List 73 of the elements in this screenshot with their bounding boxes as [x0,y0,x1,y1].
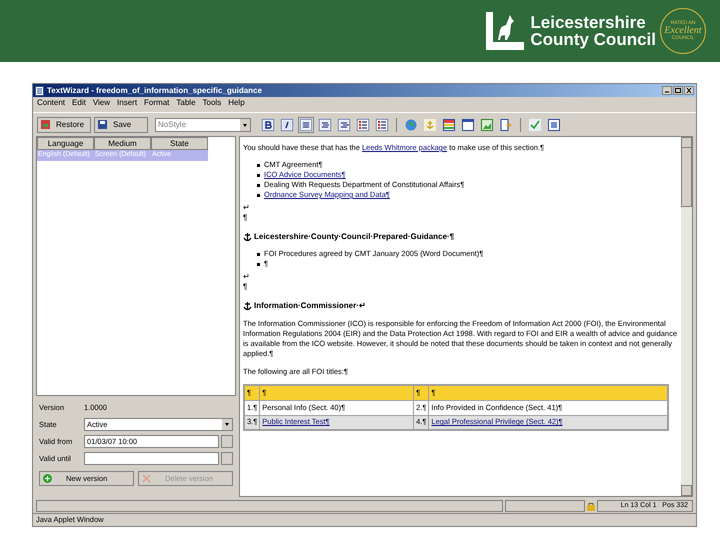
table-icon [443,118,455,130]
anchor-icon [243,301,252,311]
window-title: TextWizard - freedom_of_information_specific_guidance [47,84,262,96]
document-editor[interactable] [239,136,693,497]
menu-item[interactable]: View [92,97,110,109]
menu-item[interactable]: Insert [117,97,138,109]
anchor-icon [424,118,436,130]
style-dropdown[interactable]: NoStyle [155,118,251,132]
column-header[interactable]: Medium [94,137,151,150]
window-icon [462,118,474,130]
date-picker-button[interactable] [221,452,233,465]
formatting-mark: ↵ [243,204,250,212]
formatting-mark: ↵ [243,273,250,281]
bullet-icon [257,252,260,256]
menu-item[interactable]: Help [228,97,245,109]
align-icon [319,118,331,130]
bullet-icon [257,184,260,186]
toolbar-button[interactable] [460,116,476,132]
list-icon [376,118,388,130]
anchor-icon [243,232,252,242]
scrollbar[interactable] [681,137,692,496]
bullet-icon [257,262,260,266]
section-heading: Information·Commissioner·↵ [254,301,366,311]
toolbar-button[interactable] [355,116,371,132]
menu-item[interactable]: Format [144,97,170,109]
properties-icon [548,118,560,130]
save-button[interactable]: Save [94,116,148,132]
maximize-button[interactable] [673,86,683,95]
valid-until-field[interactable] [84,452,219,465]
menu-item[interactable]: Edit [72,97,86,109]
bullet-icon [257,174,260,176]
bold-icon [262,118,274,130]
toolbar-button[interactable] [546,116,562,132]
column-header[interactable]: State [151,137,208,150]
toolbar-button[interactable] [298,116,314,132]
delete-icon [142,474,151,483]
fox-logo-icon [484,10,526,52]
section-heading: Leicestershire·County·Council·Prepared·Guidance·¶ [254,232,454,242]
globe-icon [405,118,417,130]
formatting-mark: ¶ [243,214,248,222]
checkmark-icon [529,118,541,130]
toolbar-button[interactable] [374,116,390,132]
toolbar-button[interactable] [317,116,333,132]
toolbar-button[interactable] [441,116,457,132]
align-icon [338,118,350,130]
minimize-button[interactable] [662,86,672,95]
lock-icon [587,502,595,510]
toolbar-button[interactable] [279,116,295,132]
toolbar-button[interactable] [336,116,352,132]
menu-item[interactable]: Table [176,97,196,109]
bullet-icon [257,164,260,166]
align-icon [300,118,312,130]
maximize-icon [675,88,681,93]
menu-item[interactable]: Tools [202,97,222,109]
document-icon [35,86,44,96]
council-name: Leicestershire [530,14,647,31]
date-picker-button[interactable] [221,435,233,448]
document-arrow-icon [500,118,512,130]
toolbar-button[interactable] [260,116,276,132]
restore-button[interactable]: Restore [37,116,91,132]
column-header[interactable]: Language [37,137,94,150]
italic-icon [281,118,293,130]
formatting-mark: ¶ [243,283,248,291]
council-name: County Council [530,31,656,48]
close-icon [686,88,692,93]
list-icon [357,118,369,130]
restore-icon [41,120,50,129]
image-icon [481,118,493,130]
bullet-icon [257,194,260,196]
close-button[interactable] [684,86,694,95]
menu-item[interactable]: Content [37,97,66,109]
toolbar-button[interactable] [498,116,514,132]
plus-icon [43,474,52,483]
